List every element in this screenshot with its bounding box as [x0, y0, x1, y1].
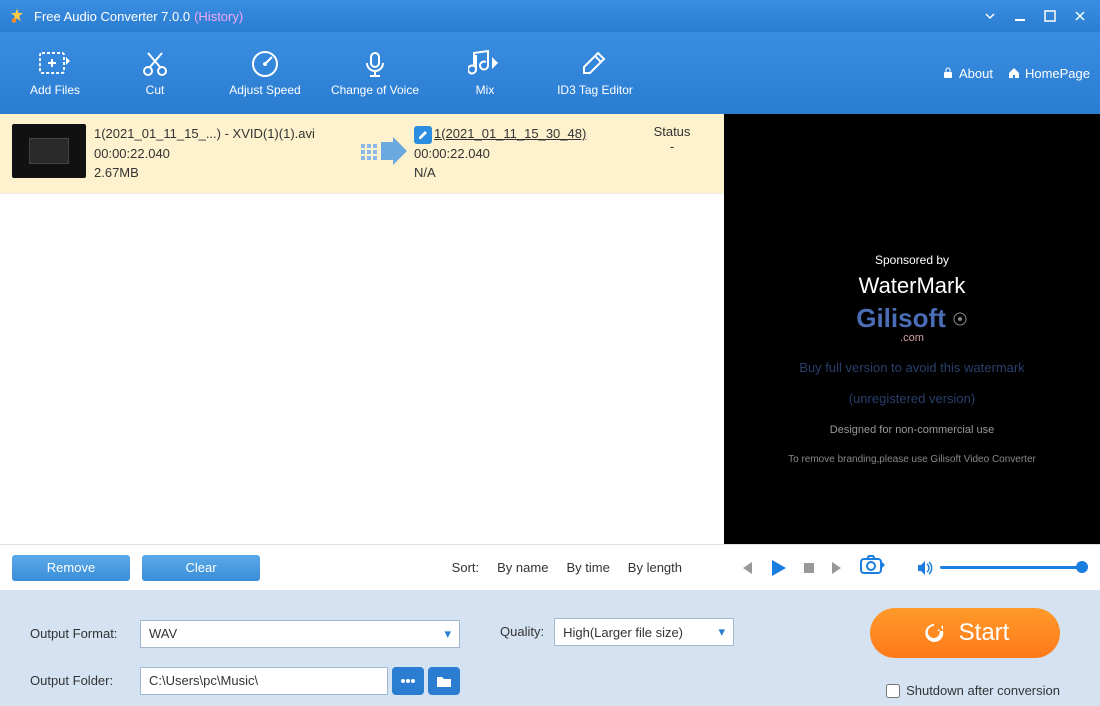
status-header: Status [632, 124, 712, 139]
dest-info: 1(2021_01_11_15_30_48) 00:00:22.040 N/A [414, 124, 632, 183]
mix-label: Mix [476, 83, 495, 97]
source-duration: 00:00:22.040 [94, 144, 354, 164]
lock-icon [941, 66, 955, 80]
history-link[interactable]: (History) [194, 9, 243, 24]
collapse-button[interactable] [978, 4, 1002, 28]
remove-text: To remove branding,please use Gilisoft V… [788, 454, 1036, 465]
sort-label: Sort: [452, 560, 479, 575]
snapshot-button[interactable] [860, 554, 886, 581]
add-files-label: Add Files [30, 83, 80, 97]
home-icon [1007, 66, 1021, 80]
gear-icon [952, 311, 968, 327]
format-label: Output Format: [30, 626, 140, 641]
chevron-down-icon: ▾ [719, 624, 726, 640]
dest-duration: 00:00:22.040 [414, 144, 632, 164]
sort-by-length[interactable]: By length [628, 560, 682, 575]
adjust-speed-button[interactable]: Adjust Speed [210, 32, 320, 114]
status-column: Status - [632, 124, 712, 154]
homepage-link[interactable]: HomePage [1007, 66, 1090, 81]
sort-by-time[interactable]: By time [566, 560, 609, 575]
brand-suffix: .com [900, 332, 924, 344]
format-select[interactable]: WAV ▾ [140, 620, 460, 648]
source-info: 1(2021_01_11_15_...) - XVID(1)(1).avi 00… [94, 124, 354, 183]
folder-input[interactable]: C:\Users\pc\Music\ [140, 667, 388, 695]
source-size: 2.67MB [94, 163, 354, 183]
preview-panel: Sponsored by WaterMark Gilisoft .com Buy… [724, 114, 1100, 544]
main-area: 1(2021_01_11_15_...) - XVID(1)(1).avi 00… [0, 114, 1100, 544]
close-button[interactable] [1068, 4, 1092, 28]
list-actions-bar: Remove Clear Sort: By name By time By le… [0, 544, 724, 590]
stop-button[interactable] [802, 561, 816, 575]
add-files-button[interactable]: Add Files [10, 32, 100, 114]
clear-button[interactable]: Clear [142, 555, 260, 581]
minimize-button[interactable] [1008, 4, 1032, 28]
cut-button[interactable]: Cut [100, 32, 210, 114]
title-bar: Free Audio Converter 7.0.0 (History) [0, 0, 1100, 32]
file-list[interactable]: 1(2021_01_11_15_...) - XVID(1)(1).avi 00… [0, 114, 724, 544]
id3-label: ID3 Tag Editor [557, 83, 633, 97]
watermark-text: WaterMark [859, 273, 966, 299]
designed-text: Designed for non-commercial use [830, 424, 994, 436]
quality-select[interactable]: High(Larger file size) ▾ [554, 618, 734, 646]
play-button[interactable] [768, 558, 788, 578]
brand-logo: Gilisoft [856, 303, 968, 334]
app-title: Free Audio Converter 7.0.0 [34, 9, 190, 24]
maximize-button[interactable] [1038, 4, 1062, 28]
player-controls [724, 544, 1100, 590]
id3-editor-button[interactable]: ID3 Tag Editor [540, 32, 650, 114]
shutdown-checkbox[interactable]: Shutdown after conversion [886, 683, 1060, 698]
sort-by-name[interactable]: By name [497, 560, 548, 575]
dest-filename: 1(2021_01_11_15_30_48) [434, 126, 586, 141]
cut-label: Cut [146, 83, 165, 97]
main-toolbar: Add Files Cut Adjust Speed Change of Voi… [0, 32, 1100, 114]
file-row[interactable]: 1(2021_01_11_15_...) - XVID(1)(1).avi 00… [0, 114, 724, 194]
adjust-speed-label: Adjust Speed [229, 83, 300, 97]
source-filename: 1(2021_01_11_15_...) - XVID(1)(1).avi [94, 124, 354, 144]
change-voice-label: Change of Voice [331, 83, 419, 97]
chevron-down-icon: ▾ [444, 626, 451, 642]
app-logo-icon [8, 7, 26, 25]
edit-icon[interactable] [414, 126, 432, 144]
remove-button[interactable]: Remove [12, 555, 130, 581]
mix-button[interactable]: Mix [430, 32, 540, 114]
prev-button[interactable] [738, 560, 754, 576]
next-button[interactable] [830, 560, 846, 576]
arrow-icon [354, 124, 414, 178]
dest-size: N/A [414, 163, 632, 183]
file-thumbnail [12, 124, 86, 178]
buy-message: Buy full version to avoid this watermark [799, 360, 1024, 375]
more-folder-button[interactable] [392, 667, 424, 695]
sponsored-text: Sponsored by [875, 253, 949, 267]
about-link[interactable]: About [941, 66, 993, 81]
folder-label: Output Folder: [30, 673, 140, 688]
settings-panel: Output Format: WAV ▾ Output Folder: C:\U… [0, 590, 1100, 706]
volume-icon [916, 560, 934, 576]
change-voice-button[interactable]: Change of Voice [320, 32, 430, 114]
refresh-icon [921, 620, 947, 646]
browse-folder-button[interactable] [428, 667, 460, 695]
unreg-message: (unregistered version) [849, 391, 975, 406]
quality-label: Quality: [500, 624, 544, 639]
volume-slider[interactable] [916, 560, 1086, 576]
shutdown-checkbox-input[interactable] [886, 684, 900, 698]
status-value: - [632, 139, 712, 154]
start-button[interactable]: Start [870, 608, 1060, 658]
